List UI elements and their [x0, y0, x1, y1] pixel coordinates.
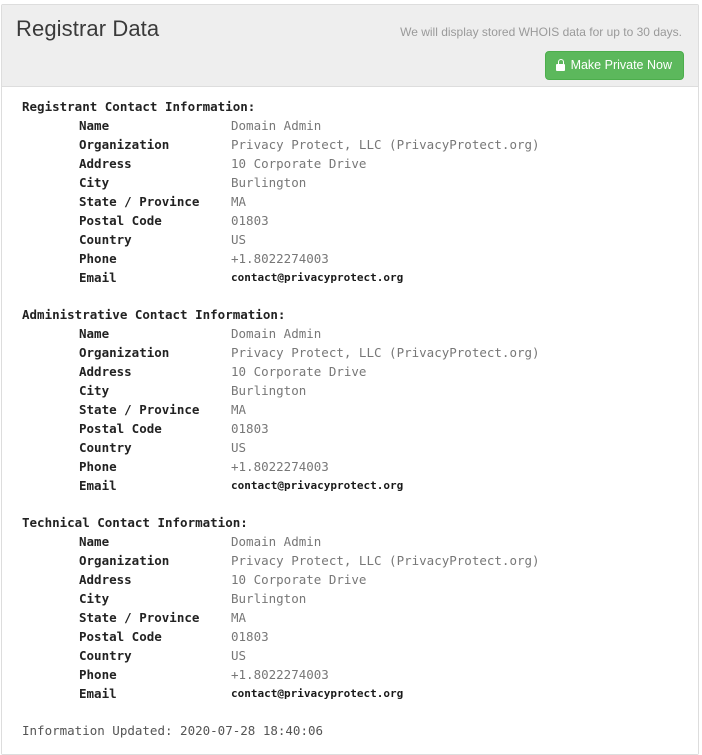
contact-field-label: City [79, 591, 110, 606]
contact-field-row: Address 10 Corporate Drive [2, 362, 698, 381]
contact-field-row: Postal Code 01803 [2, 211, 698, 230]
registrar-data-body: Registrant Contact Information: Name Domai… [2, 87, 698, 754]
contact-field-value: US [231, 648, 247, 663]
contact-field-row: Phone +1.8022274003 [2, 665, 698, 684]
contact-field-value: Privacy Protect, LLC (PrivacyProtect.org… [231, 137, 540, 152]
contact-field-value: 10 Corporate Drive [231, 364, 367, 379]
contact-field-label: Email [79, 270, 117, 285]
contact-field-value: Domain Admin [231, 534, 322, 549]
contact-field-label: Name [79, 326, 110, 341]
contact-field-label: Postal Code [79, 213, 162, 228]
contact-field-value: MA [231, 402, 247, 417]
contact-field-row: Address 10 Corporate Drive [2, 154, 698, 173]
contact-field-label: Organization [79, 345, 170, 360]
contact-field-label: Address [79, 156, 132, 171]
contact-section-title: Technical Contact Information: [22, 515, 248, 530]
make-private-button[interactable]: Make Private Now [544, 51, 684, 80]
contact-section: Administrative Contact Information: Name D… [2, 305, 698, 495]
contact-field-label: Address [79, 364, 132, 379]
contact-field-label: Phone [79, 667, 117, 682]
contact-field-value: MA [231, 194, 247, 209]
contact-field-value-email[interactable]: contact@privacyprotect.org [231, 268, 403, 287]
panel-header-row: Registrar Data We will display stored WH… [16, 15, 684, 43]
contact-field-value: 01803 [231, 213, 269, 228]
contact-field-label: State / Province [79, 402, 200, 417]
contact-field-row: Phone +1.8022274003 [2, 457, 698, 476]
contact-field-label: Country [79, 232, 132, 247]
information-updated: Information Updated: 2020-07-28 18:40:06 [22, 723, 324, 738]
contact-field-row: Name Domain Admin [2, 532, 698, 551]
contact-field-value-email[interactable]: contact@privacyprotect.org [231, 476, 403, 495]
contact-field-value: +1.8022274003 [231, 251, 329, 266]
page-title: Registrar Data [16, 16, 160, 41]
contact-field-row: Email contact@privacyprotect.org [2, 476, 698, 495]
contact-section-title: Registrant Contact Information: [22, 99, 256, 114]
contact-section: Technical Contact Information: Name Domain… [2, 513, 698, 703]
contact-field-value: 10 Corporate Drive [231, 572, 367, 587]
contact-field-label: Organization [79, 137, 170, 152]
lock-icon [555, 59, 566, 71]
contact-field-row: Postal Code 01803 [2, 419, 698, 438]
contact-field-label: Postal Code [79, 629, 162, 644]
contact-field-row: Email contact@privacyprotect.org [2, 684, 698, 703]
contact-field-row: Country US [2, 230, 698, 249]
contact-field-value: +1.8022274003 [231, 459, 329, 474]
contact-field-value: Domain Admin [231, 118, 322, 133]
contact-field-value: MA [231, 610, 247, 625]
contact-field-row: City Burlington [2, 589, 698, 608]
contact-field-row: City Burlington [2, 173, 698, 192]
contact-field-label: Phone [79, 459, 117, 474]
contact-field-row: Country US [2, 438, 698, 457]
contact-field-row: Organization Privacy Protect, LLC (Privac… [2, 343, 698, 362]
contact-section-title: Administrative Contact Information: [22, 307, 286, 322]
contact-field-label: Address [79, 572, 132, 587]
contact-field-value: Burlington [231, 175, 307, 190]
contact-field-row: Phone +1.8022274003 [2, 249, 698, 268]
contact-field-row: Address 10 Corporate Drive [2, 570, 698, 589]
contact-field-value: 01803 [231, 421, 269, 436]
contact-field-label: Phone [79, 251, 117, 266]
contact-field-value: 10 Corporate Drive [231, 156, 367, 171]
contact-field-row: Name Domain Admin [2, 116, 698, 135]
contact-field-label: Country [79, 440, 132, 455]
contact-field-value: 01803 [231, 629, 269, 644]
contact-field-label: Postal Code [79, 421, 162, 436]
panel-header: Registrar Data We will display stored WH… [2, 5, 698, 87]
contact-field-row: State / Province MA [2, 608, 698, 627]
contact-field-value: US [231, 232, 247, 247]
contact-field-value: Burlington [231, 383, 307, 398]
contact-field-value: US [231, 440, 247, 455]
contact-field-value-email[interactable]: contact@privacyprotect.org [231, 684, 403, 703]
contact-field-label: Name [79, 118, 110, 133]
contact-field-label: City [79, 383, 110, 398]
contact-field-row: City Burlington [2, 381, 698, 400]
contact-field-label: City [79, 175, 110, 190]
contact-field-value: Burlington [231, 591, 307, 606]
contact-field-value: Domain Admin [231, 326, 322, 341]
contact-field-label: Name [79, 534, 110, 549]
contact-field-row: State / Province MA [2, 192, 698, 211]
contact-field-label: State / Province [79, 610, 200, 625]
contact-field-value: Privacy Protect, LLC (PrivacyProtect.org… [231, 553, 540, 568]
registrar-data-panel: Registrar Data We will display stored WH… [1, 4, 699, 755]
whois-retention-note: We will display stored WHOIS data for up… [400, 25, 682, 39]
contact-field-row: State / Province MA [2, 400, 698, 419]
contact-field-label: Country [79, 648, 132, 663]
contact-field-label: State / Province [79, 194, 200, 209]
contact-field-row: Organization Privacy Protect, LLC (Privac… [2, 551, 698, 570]
contact-field-label: Organization [79, 553, 170, 568]
contact-field-value: Privacy Protect, LLC (PrivacyProtect.org… [231, 345, 540, 360]
contact-field-row: Organization Privacy Protect, LLC (Privac… [2, 135, 698, 154]
contact-field-row: Email contact@privacyprotect.org [2, 268, 698, 287]
contact-section: Registrant Contact Information: Name Domai… [2, 97, 698, 287]
contact-field-row: Postal Code 01803 [2, 627, 698, 646]
contact-field-row: Country US [2, 646, 698, 665]
contact-field-label: Email [79, 686, 117, 701]
make-private-button-label: Make Private Now [570, 58, 672, 72]
contact-field-value: +1.8022274003 [231, 667, 329, 682]
contact-sections: Registrant Contact Information: Name Domai… [2, 97, 698, 703]
contact-field-label: Email [79, 478, 117, 493]
contact-field-row: Name Domain Admin [2, 324, 698, 343]
header-actions: Make Private Now [544, 51, 684, 80]
